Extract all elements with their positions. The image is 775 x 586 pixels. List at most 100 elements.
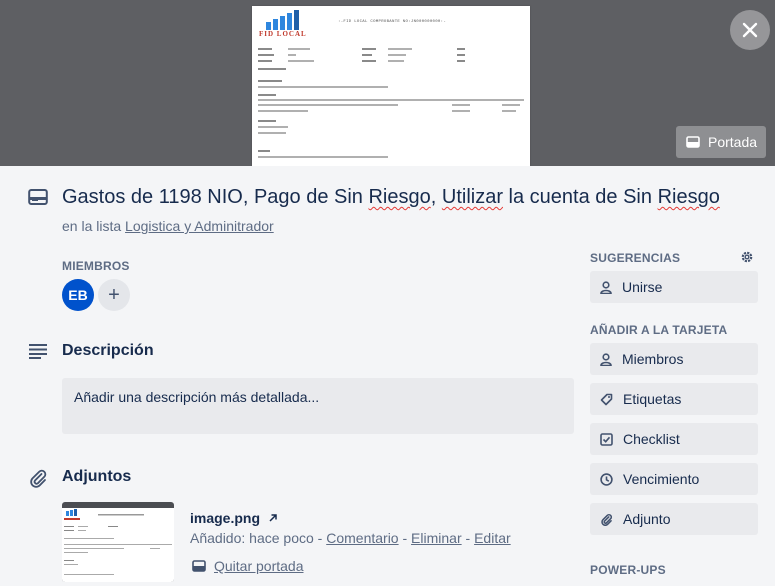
doc-line [258,68,286,70]
cover-icon [686,136,700,148]
doc-line [362,54,372,56]
doc-line [388,60,404,62]
card-title-part: Riesgo [657,186,720,208]
powerups-label: POWER-UPS [590,563,666,577]
checklist-icon [600,432,613,446]
labels-button[interactable]: Etiquetas [590,383,758,415]
description-input[interactable]: Añadir una descripción más detallada... [62,378,574,434]
doc-line [288,60,314,62]
card-title[interactable]: Gastos de 1198 NIO, Pago de Sin Riesgo, … [62,186,720,209]
person-icon [600,352,612,366]
attachments-title: Adjuntos [62,468,132,485]
doc-line [502,110,516,112]
separator: - [461,530,475,546]
remove-cover-link[interactable]: Quitar portada [214,558,304,574]
plus-icon: + [108,283,120,306]
doc-line [288,54,296,56]
doc-line [258,104,398,106]
logo-icon [266,10,299,30]
logo-text: FID LOCAL [259,30,307,38]
doc-line [258,94,276,96]
join-button[interactable]: Unirse [590,271,758,303]
card-title-part: Utilizar [441,186,503,208]
thumbnail-image [62,508,174,582]
doc-line [258,54,274,56]
suggestions-label: SUGERENCIAS [590,251,681,265]
checklist-button[interactable]: Checklist [590,423,758,455]
members-label: MIEMBROS [62,259,130,273]
doc-line [457,54,465,56]
description-icon [29,344,47,359]
doc-line [258,132,286,134]
attachment-button[interactable]: Adjunto [590,503,758,535]
members-button[interactable]: Miembros [590,343,758,375]
thumbnail-preview [64,509,172,575]
doc-line [388,48,412,50]
paperclip-icon [601,513,612,526]
due-date-button-label: Vencimiento [623,471,700,487]
card-cover: FID LOCAL :-FID LOCAL COMPROBANTE NO:JN0… [0,0,775,166]
edit-link[interactable]: Editar [474,530,511,546]
doc-line [258,60,272,62]
due-date-button[interactable]: Vencimiento [590,463,758,495]
clock-icon [600,472,613,486]
doc-line [457,48,465,50]
doc-line [258,99,524,101]
comment-link[interactable]: Comentario [326,530,398,546]
doc-line [457,60,465,62]
cover-button-label: Portada [708,134,758,150]
doc-line [258,120,276,122]
checklist-button-label: Checklist [623,431,680,447]
delete-link[interactable]: Eliminar [411,530,462,546]
card-title-part: Riesgo [368,186,431,208]
attachment-button-label: Adjunto [623,511,671,527]
cover-button[interactable]: Portada [676,126,766,158]
remove-cover[interactable]: Quitar portada [192,558,304,574]
doc-line [362,60,376,62]
doc-line [288,48,310,50]
attachment-thumbnail[interactable] [62,502,174,582]
suggestions-settings-button[interactable] [737,247,757,267]
tag-icon [600,393,613,405]
list-prefix: en la lista [62,218,126,234]
list-info: en la lista Logistica y Adminitrador [62,218,274,234]
doc-line [502,104,520,106]
cover-document-image: FID LOCAL :-FID LOCAL COMPROBANTE NO:JN0… [252,6,530,166]
external-link-icon[interactable] [268,513,278,523]
separator: - [398,530,412,546]
doc-line [452,110,470,112]
paperclip-icon [30,469,47,488]
doc-line [258,156,388,158]
doc-line [258,80,282,82]
attachment-name[interactable]: image.png [190,510,278,526]
attachment-added: Añadido: hace poco [190,530,314,546]
document-header: :-FID LOCAL COMPROBANTE NO:JN000000000:- [338,20,447,24]
close-button[interactable] [730,10,770,50]
list-link[interactable]: Logistica y Adminitrador [125,218,274,234]
card-title-part: la cuenta de Sin [503,186,658,208]
description-title: Descripción [62,342,154,359]
doc-line [258,110,308,112]
doc-line [258,150,270,152]
card-icon [28,189,48,205]
card-title-part: , [430,186,442,208]
close-icon [742,22,758,38]
doc-line [388,54,406,56]
cover-icon [192,560,206,572]
avatar[interactable]: EB [62,279,94,311]
card-title-part: Gastos de 1198 NIO, Pago de Sin [62,186,369,208]
doc-line [362,48,376,50]
doc-line [258,126,288,128]
person-icon [600,280,612,294]
labels-button-label: Etiquetas [623,391,682,407]
separator: - [313,530,327,546]
doc-line [452,104,470,106]
doc-line [258,48,272,50]
add-member-button[interactable]: + [98,279,130,311]
attachment-meta: Añadido: hace poco - Comentario - Elimin… [190,530,511,546]
attachment-filename: image.png [190,510,261,526]
members-button-label: Miembros [622,351,684,367]
doc-line [258,86,388,88]
add-to-card-label: AÑADIR A LA TARJETA [590,323,728,337]
join-label: Unirse [622,279,663,295]
